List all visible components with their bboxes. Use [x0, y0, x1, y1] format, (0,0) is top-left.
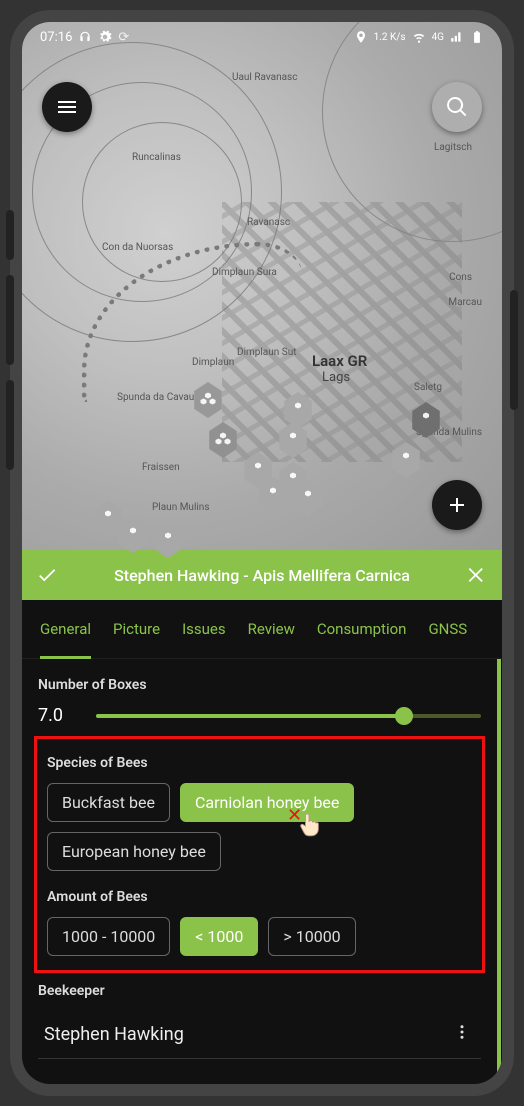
hive-marker[interactable]: [117, 517, 149, 553]
boxes-label: Number of Boxes: [38, 677, 481, 693]
map-town-label: Laax GR: [312, 352, 367, 370]
divider: [38, 1058, 481, 1059]
battery-icon: [470, 30, 484, 44]
map-label: Ravanasc: [247, 217, 290, 228]
plus-icon: [445, 493, 469, 517]
search-button[interactable]: [432, 82, 482, 132]
map-label: Cons: [449, 272, 472, 283]
map-label: Spunda da Cavaus: [117, 392, 199, 403]
boxes-value: 7.0: [38, 705, 78, 726]
more-button[interactable]: [443, 1017, 481, 1052]
headphone-icon: [78, 30, 92, 44]
status-time: 07:16: [40, 30, 72, 45]
map-label: Lagitsch: [434, 142, 472, 153]
menu-button[interactable]: [42, 82, 92, 132]
map-label: Saletg: [414, 382, 442, 393]
map-label: Uaul Ravanasc: [232, 72, 297, 83]
boxes-slider[interactable]: [96, 714, 481, 718]
amount-option-high[interactable]: > 10000: [268, 917, 355, 956]
tab-consumption[interactable]: Consumption: [317, 620, 407, 648]
hive-marker[interactable]: [92, 500, 124, 536]
slider-thumb[interactable]: [395, 707, 413, 725]
detail-title: Stephen Hawking - Apis Mellifera Carnica: [58, 566, 466, 585]
tab-general[interactable]: General: [40, 620, 91, 659]
close-icon[interactable]: [466, 564, 488, 586]
highlighted-section: Species of Bees Buckfast bee Carniolan h…: [34, 736, 485, 973]
tabs: General Picture Issues Review Consumptio…: [22, 600, 502, 659]
species-option-european[interactable]: European honey bee: [47, 832, 221, 871]
tab-gnss[interactable]: GNSS: [428, 620, 467, 648]
map-label: Marcau: [448, 297, 482, 308]
search-icon: [445, 95, 469, 119]
hive-marker[interactable]: [192, 382, 224, 418]
click-cross-icon: ✕: [287, 805, 302, 826]
gear-icon: [98, 30, 112, 44]
map-label: Dimplaun: [192, 357, 234, 368]
amount-option-mid[interactable]: 1000 - 10000: [47, 917, 170, 956]
confirm-icon[interactable]: [36, 564, 58, 586]
tab-review[interactable]: Review: [248, 620, 295, 648]
wifi-icon: [412, 30, 426, 44]
signal-icon: [450, 30, 464, 44]
add-button[interactable]: [432, 480, 482, 530]
tab-picture[interactable]: Picture: [113, 620, 160, 648]
species-chips: Buckfast bee Carniolan honey bee Europea…: [47, 783, 472, 871]
amount-option-low[interactable]: < 1000: [180, 917, 258, 956]
menu-icon: [55, 95, 79, 119]
amount-label: Amount of Bees: [47, 889, 472, 905]
map-town-sublabel: Lags: [322, 370, 350, 385]
beekeeper-value: Stephen Hawking: [44, 1024, 184, 1045]
map-label: Fraissen: [142, 462, 180, 473]
map-label: Con da Nuorsas: [102, 242, 173, 253]
species-option-buckfast[interactable]: Buckfast bee: [47, 783, 170, 822]
status-bar: 07:16 ⟳ 1.2 K/s 4G: [22, 22, 502, 52]
species-label: Species of Bees: [47, 755, 472, 771]
map-label: Plaun Mulins: [152, 502, 210, 513]
map-label: Dimplaun Sut: [237, 347, 297, 358]
species-option-carniolan[interactable]: Carniolan honey bee: [180, 783, 354, 822]
more-vert-icon: [453, 1023, 471, 1041]
status-rate: 1.2 K/s: [374, 32, 406, 43]
map-view[interactable]: Laax GR Lags Uaul Ravanasc Runcalinas Ra…: [22, 22, 502, 550]
map-label: Dimplaun Sura: [212, 267, 277, 278]
beekeeper-row[interactable]: Stephen Hawking: [38, 1011, 481, 1052]
processing-icon: ⟳: [118, 30, 129, 45]
sim-icon: 4G: [432, 32, 444, 43]
tab-issues[interactable]: Issues: [182, 620, 226, 648]
location-icon: [354, 30, 368, 44]
amount-chips: 1000 - 10000 < 1000 > 10000: [47, 917, 472, 956]
beekeeper-label: Beekeeper: [38, 983, 481, 999]
map-label: Runcalinas: [132, 152, 181, 163]
detail-header: Stephen Hawking - Apis Mellifera Carnica: [22, 550, 502, 600]
form-panel: Number of Boxes 7.0 Species of Bees Buck…: [22, 659, 501, 1084]
